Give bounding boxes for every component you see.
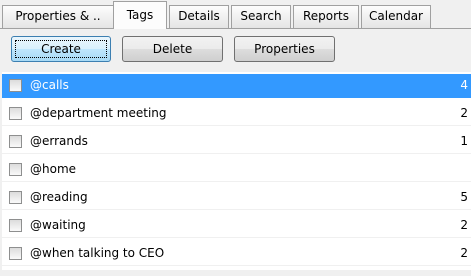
tab-search[interactable]: Search xyxy=(231,5,291,28)
tab-strip: Properties & .. Tags Details Search Repo… xyxy=(0,0,471,29)
tag-name: @home xyxy=(30,162,77,176)
tag-row-when-talking-to-ceo[interactable]: @when talking to CEO 2 xyxy=(2,242,471,266)
tag-checkbox[interactable] xyxy=(9,107,22,120)
tag-row-reading[interactable]: @reading 5 xyxy=(2,186,471,210)
toolbar: Create Delete Properties xyxy=(0,29,471,68)
tab-properties[interactable]: Properties & .. xyxy=(2,5,114,28)
tag-name: @errands xyxy=(30,134,88,148)
tag-row-errands[interactable]: @errands 1 xyxy=(2,130,471,154)
delete-button[interactable]: Delete xyxy=(122,36,223,62)
tag-checkbox[interactable] xyxy=(9,191,22,204)
tag-count: 4 xyxy=(460,78,468,92)
tag-checkbox[interactable] xyxy=(9,79,22,92)
properties-button-label: Properties xyxy=(254,42,315,56)
tag-name: @department meeting xyxy=(30,106,167,120)
tag-checkbox[interactable] xyxy=(9,219,22,232)
tag-count: 5 xyxy=(460,190,468,204)
tag-name: @waiting xyxy=(30,218,86,232)
tag-count: 1 xyxy=(460,134,468,148)
tag-checkbox[interactable] xyxy=(9,247,22,260)
delete-button-label: Delete xyxy=(152,42,193,56)
tag-count: 2 xyxy=(460,246,468,260)
create-button[interactable]: Create xyxy=(11,36,111,62)
tag-count: 2 xyxy=(460,218,468,232)
tag-row-home[interactable]: @home xyxy=(2,158,471,182)
tag-name: @calls xyxy=(30,78,69,92)
tab-tags[interactable]: Tags xyxy=(113,1,167,29)
tag-checkbox[interactable] xyxy=(9,163,22,176)
tag-row-calls[interactable]: @calls 4 xyxy=(2,74,471,98)
tag-name: @when talking to CEO xyxy=(30,246,165,260)
create-button-label: Create xyxy=(41,42,81,56)
tab-details[interactable]: Details xyxy=(169,5,229,28)
tab-calendar[interactable]: Calendar xyxy=(361,5,431,28)
properties-button[interactable]: Properties xyxy=(234,36,335,62)
tag-checkbox[interactable] xyxy=(9,135,22,148)
tag-row-waiting[interactable]: @waiting 2 xyxy=(2,214,471,238)
tag-name: @reading xyxy=(30,190,88,204)
tab-reports[interactable]: Reports xyxy=(293,5,359,28)
tag-row-department-meeting[interactable]: @department meeting 2 xyxy=(2,102,471,126)
tag-list[interactable]: @calls 4 @department meeting 2 @errands … xyxy=(2,72,471,270)
tag-count: 2 xyxy=(460,106,468,120)
